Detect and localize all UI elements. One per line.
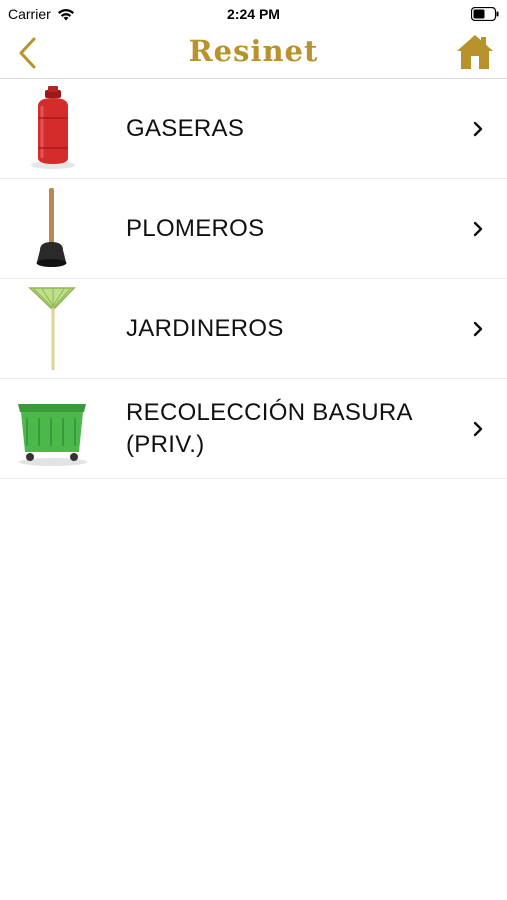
chevron-right-icon [473,321,483,336]
home-icon [457,35,493,69]
item-label: JARDINEROS [126,314,284,342]
item-label: PLOMEROS [126,214,265,242]
battery-icon [470,6,499,24]
list-item-gaseras[interactable]: GASERAS [0,79,507,179]
plunger-icon [12,184,94,272]
rake-icon [12,284,94,372]
chevron-right-icon [473,421,483,436]
list-item-plomeros[interactable]: PLOMEROS [0,179,507,279]
item-label: RECOLECCIÓN BASURA (PRIV.) [126,398,412,458]
garbage-bin-icon [12,384,94,472]
list-item-recoleccion-basura[interactable]: RECOLECCIÓN BASURA (PRIV.) [0,379,507,479]
nav-bar: Resinet [0,28,507,79]
gas-cylinder-icon [12,84,94,172]
status-time: 2:24 PM [227,6,280,22]
app-logo: Resinet [188,34,319,68]
item-label: GASERAS [126,114,245,142]
chevron-right-icon [473,121,483,136]
chevron-right-icon [473,221,483,236]
category-list: GASERAS PLOMEROS JARDINEROS RECOLECCIÓN … [0,79,507,479]
list-item-jardineros[interactable]: JARDINEROS [0,279,507,379]
home-button[interactable] [455,33,495,71]
status-bar: Carrier 2:24 PM [0,0,507,28]
